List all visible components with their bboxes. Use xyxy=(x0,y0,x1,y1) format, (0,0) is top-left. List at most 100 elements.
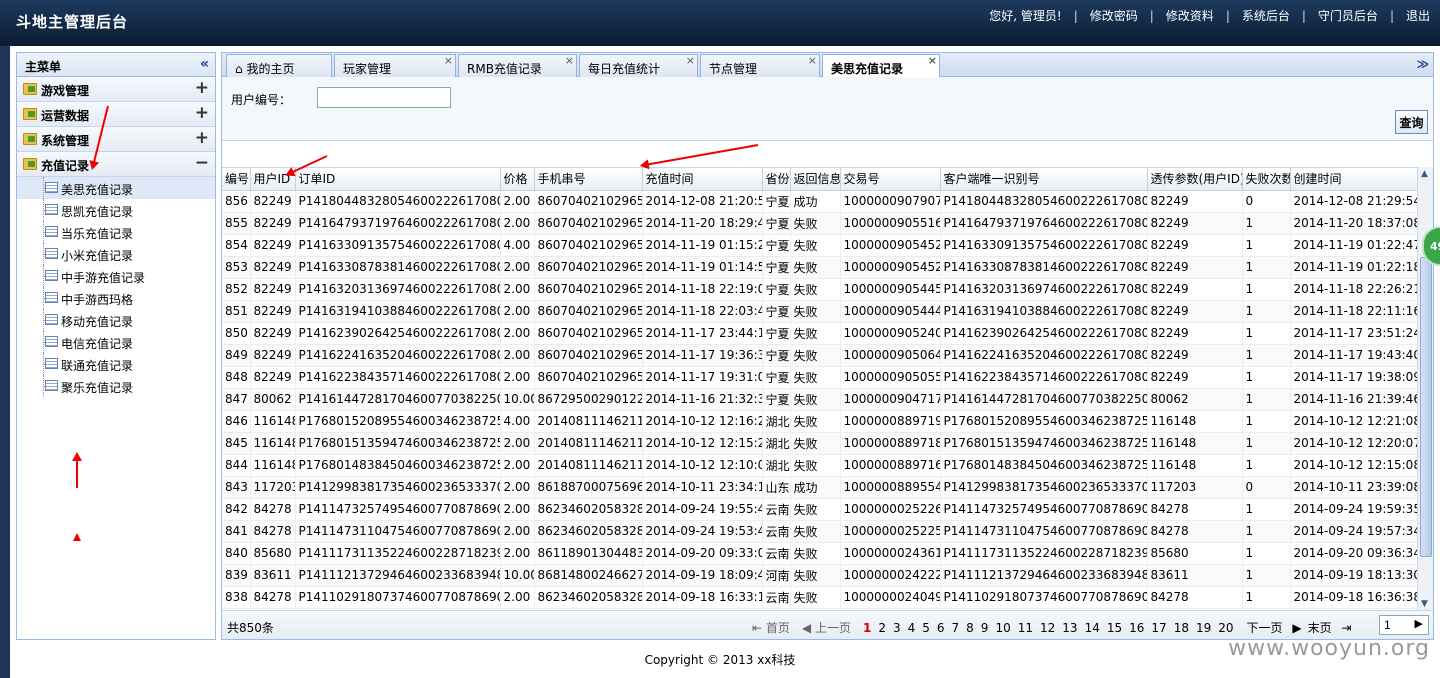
table-row[interactable]: 849 82249 P14162241635204600222617080 2.00 8… xyxy=(222,344,1418,367)
column-header-11[interactable]: 失败次数 xyxy=(1242,168,1291,191)
page-number-9[interactable]: 9 xyxy=(981,621,989,635)
column-header-2[interactable]: 订单ID xyxy=(295,168,501,191)
table-row[interactable]: 846 116148 P17680152089554600346238725 4.00… xyxy=(222,410,1418,433)
scroll-thumb[interactable] xyxy=(1420,257,1432,557)
column-header-12[interactable]: 创建时间 xyxy=(1290,168,1418,191)
table-row[interactable]: 842 84278 P14114732574954600770878690 2.00 8… xyxy=(222,498,1418,521)
close-tab-icon[interactable]: × xyxy=(565,54,574,67)
goalkeeper-backend-link[interactable]: 守门员后台 xyxy=(1318,7,1378,24)
page-number-8[interactable]: 8 xyxy=(966,621,974,635)
system-backend-link[interactable]: 系统后台 xyxy=(1242,7,1290,24)
last-page-button[interactable]: 末页 ⇥ xyxy=(1308,619,1352,636)
column-header-7[interactable]: 返回信息 xyxy=(790,168,841,191)
tab-5[interactable]: 美思充值记录 × xyxy=(822,54,940,78)
sidebar-category-1[interactable]: 运营数据 + xyxy=(17,102,215,127)
change-password-link[interactable]: 修改密码 xyxy=(1090,7,1138,24)
sidebar-category-3[interactable]: 充值记录 − xyxy=(17,152,215,177)
table-row[interactable]: 841 84278 P14114731104754600770878690 2.00 8… xyxy=(222,520,1418,543)
table-row[interactable]: 851 82249 P14163194103884600222617080 2.00 8… xyxy=(222,300,1418,323)
column-header-8[interactable]: 交易号 xyxy=(840,168,941,191)
table-row[interactable]: 855 82249 P14164793719764600222617080 2.00 8… xyxy=(222,212,1418,235)
page-number-13[interactable]: 13 xyxy=(1062,621,1077,635)
column-header-0[interactable]: 编号 xyxy=(222,168,251,191)
table-row[interactable]: 848 82249 P14162238435714600222617080 2.00 8… xyxy=(222,366,1418,389)
table-row[interactable]: 840 85680 P14111731135224600228718239 2.00 8… xyxy=(222,542,1418,565)
column-header-10[interactable]: 透传参数(用户ID) xyxy=(1147,168,1243,191)
page-number-7[interactable]: 7 xyxy=(952,621,960,635)
scroll-up-icon[interactable]: ▲ xyxy=(1421,169,1428,179)
table-row[interactable]: 84780062P1416144728170460077038225010.00… xyxy=(222,388,1418,411)
page-number-16[interactable]: 16 xyxy=(1129,621,1144,635)
table-row[interactable]: 845 116148 P17680151359474600346238725 2.00… xyxy=(222,432,1418,455)
column-header-6[interactable]: 省份 xyxy=(762,168,791,191)
next-page-button[interactable]: 下一页 ▶ xyxy=(1247,619,1302,636)
table-row[interactable]: 83983611P1411121372946460023368394810.00… xyxy=(222,564,1418,587)
table-row[interactable]: 854 82249 P14163309135754600222617080 4.00 8… xyxy=(222,234,1418,257)
sidebar-item-5[interactable]: 中手游西玛格 xyxy=(17,287,215,309)
expand-icon[interactable]: + xyxy=(195,103,209,123)
tab-0[interactable]: ⌂ 我的主页 xyxy=(226,54,332,77)
page-number-15[interactable]: 15 xyxy=(1107,621,1122,635)
close-tab-icon[interactable]: × xyxy=(808,54,817,67)
page-number-10[interactable]: 10 xyxy=(995,621,1010,635)
page-number-1[interactable]: 1 xyxy=(863,621,871,635)
table-cell: 失败 xyxy=(790,454,841,477)
sidebar-item-0[interactable]: 美思充值记录 xyxy=(17,177,215,199)
sidebar-header: 主菜单 « xyxy=(17,53,215,77)
sidebar-item-4[interactable]: 中手游充值记录 xyxy=(17,265,215,287)
sidebar-item-8[interactable]: 联通充值记录 xyxy=(17,353,215,375)
sidebar-item-3[interactable]: 小米充值记录 xyxy=(17,243,215,265)
page-number-5[interactable]: 5 xyxy=(922,621,930,635)
tab-3[interactable]: 每日充值统计 × xyxy=(579,54,698,77)
table-row[interactable]: 843 117203 P14129983817354600236533370 2.00… xyxy=(222,476,1418,499)
tab-4[interactable]: 节点管理 × xyxy=(700,54,820,77)
goto-page-icon[interactable]: ▶ xyxy=(1415,617,1423,630)
column-header-9[interactable]: 客户端唯一识别号 xyxy=(940,168,1148,191)
page-number-17[interactable]: 17 xyxy=(1151,621,1166,635)
expand-icon[interactable]: + xyxy=(195,128,209,148)
collapse-icon[interactable]: − xyxy=(195,153,209,173)
page-number-2[interactable]: 2 xyxy=(878,621,886,635)
collapse-sidebar-icon[interactable]: « xyxy=(200,56,209,72)
column-header-4[interactable]: 手机串号 xyxy=(534,168,643,191)
page-number-18[interactable]: 18 xyxy=(1174,621,1189,635)
sidebar-item-6[interactable]: 移动充值记录 xyxy=(17,309,215,331)
table-row[interactable]: 850 82249 P14162390264254600222617080 2.00 8… xyxy=(222,322,1418,345)
expand-icon[interactable]: + xyxy=(195,78,209,98)
user-id-input[interactable] xyxy=(317,87,451,108)
table-row[interactable]: 853 82249 P14163308783814600222617080 2.00 8… xyxy=(222,256,1418,279)
query-button[interactable]: 查询 xyxy=(1395,110,1428,134)
table-row[interactable]: 844 116148 P17680148384504600346238725 2.00… xyxy=(222,454,1418,477)
page-number-6[interactable]: 6 xyxy=(937,621,945,635)
first-page-button[interactable]: ⇤ 首页 xyxy=(752,619,796,636)
close-tab-icon[interactable]: × xyxy=(444,54,453,67)
page-number-12[interactable]: 12 xyxy=(1040,621,1055,635)
tab-2[interactable]: RMB充值记录 × xyxy=(458,54,577,77)
table-row[interactable]: 838 84278 P14110291807374600770878690 2.00 8… xyxy=(222,586,1418,609)
page-number-20[interactable]: 20 xyxy=(1218,621,1233,635)
page-number-19[interactable]: 19 xyxy=(1196,621,1211,635)
tab-1[interactable]: 玩家管理 × xyxy=(334,54,456,77)
prev-page-button[interactable]: ◀ 上一页 xyxy=(802,619,857,636)
page-number-4[interactable]: 4 xyxy=(908,621,916,635)
table-row[interactable]: 852 82249 P14163203136974600222617080 2.00 8… xyxy=(222,278,1418,301)
sidebar-item-1[interactable]: 思凯充值记录 xyxy=(17,199,215,221)
edit-profile-link[interactable]: 修改资料 xyxy=(1166,7,1214,24)
page-number-14[interactable]: 14 xyxy=(1085,621,1100,635)
close-tab-icon[interactable]: × xyxy=(686,54,695,67)
sidebar-category-2[interactable]: 系统管理 + xyxy=(17,127,215,152)
sidebar-item-9[interactable]: 聚乐充值记录 xyxy=(17,375,215,397)
page-number-11[interactable]: 11 xyxy=(1018,621,1033,635)
column-header-3[interactable]: 价格 xyxy=(500,168,535,191)
logout-link[interactable]: 退出 xyxy=(1406,7,1430,24)
sidebar-item-2[interactable]: 当乐充值记录 xyxy=(17,221,215,243)
sidebar-category-0[interactable]: 游戏管理 + xyxy=(17,77,215,102)
table-row[interactable]: 856 82249 P14180448328054600222617080 2.00 8… xyxy=(222,190,1418,213)
scroll-down-icon[interactable]: ▼ xyxy=(1421,599,1428,609)
table-cell: P14163308783814600222617080 xyxy=(940,256,1148,279)
page-number-3[interactable]: 3 xyxy=(893,621,901,635)
sidebar-item-7[interactable]: 电信充值记录 xyxy=(17,331,215,353)
column-header-5[interactable]: 充值时间 xyxy=(642,168,763,191)
tab-scroll-icon[interactable]: ≫ xyxy=(1416,57,1429,71)
close-tab-icon[interactable]: × xyxy=(928,54,937,67)
